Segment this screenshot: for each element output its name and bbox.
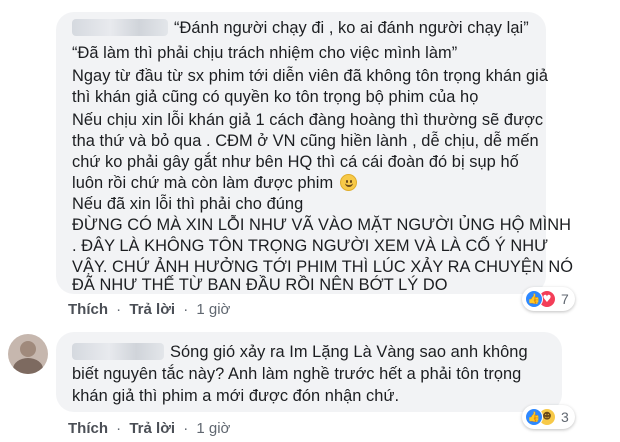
comment-line: tha thứ và bỏ qua . CĐM ở VN cũng hiền l… [72, 132, 539, 150]
comment-line: Sóng gió xảy ra Im Lặng Là Vàng sao anh … [72, 342, 528, 362]
comment-line: . ĐÂY LÀ KHÔNG TÔN TRỌNG NGƯỜI XEM VÀ LÀ… [72, 237, 549, 255]
comment-line: khán giả thì phim a mới được đón nhận ch… [72, 387, 400, 405]
reaction-count: 3 [561, 409, 569, 425]
reply-button[interactable]: Trả lời [129, 420, 175, 437]
comment-line: VẬY. CHỨ ẢNH HƯỞNG TỚI PHIM THÌ LÚC XẢY … [72, 258, 574, 276]
reactions-summary[interactable]: 👍 ☻ 3 [522, 405, 575, 429]
blurred-author-name[interactable] [72, 19, 168, 36]
separator-dot: · [116, 301, 122, 318]
comment-line: thì khán giả cũng có quyền ko tôn trọng … [72, 88, 479, 106]
comment-actions: Thích · Trả lời · 1 giờ [68, 420, 230, 437]
comment-line: ĐỪNG CÓ MÀ XIN LỖI NHƯ VÃ VÀO MẶT NGƯỜI … [72, 216, 572, 234]
avatar-head [20, 341, 36, 357]
reply-button[interactable]: Trả lời [129, 301, 175, 318]
slightly-smiling-face-icon [339, 174, 357, 191]
avatar[interactable] [8, 334, 48, 374]
comment-line: ĐÃ NHƯ THẾ TỪ BAN ĐẦU RỒI NÊN BỚT LÝ DO [72, 276, 448, 294]
separator-dot: · [183, 301, 189, 318]
like-icon: 👍 [525, 408, 543, 426]
like-button[interactable]: Thích [68, 420, 108, 437]
like-button[interactable]: Thích [68, 301, 108, 318]
separator-dot: · [183, 420, 189, 437]
comment-actions: Thích · Trả lời · 1 giờ [68, 301, 230, 318]
comment-line: Nếu đã xin lỗi thì phải cho đúng [72, 195, 304, 213]
comment-line: luôn rồi chứ mà còn làm được phim [72, 173, 357, 193]
blurred-author-name[interactable] [72, 343, 164, 360]
avatar-shoulders [13, 358, 43, 374]
comment-line: Nếu chịu xin lỗi khán giả 1 cách đàng ho… [72, 111, 544, 129]
comment-line: Ngay từ đầu từ sx phim tới diễn viên đã … [72, 67, 548, 85]
reaction-count: 7 [561, 291, 569, 307]
like-icon: 👍 [525, 290, 543, 308]
reactions-summary[interactable]: 👍 ♥ 7 [522, 287, 575, 311]
timestamp[interactable]: 1 giờ [196, 420, 230, 437]
comment-line: chứ ko phải gây gắt như bên HQ thì cá cá… [72, 153, 519, 171]
separator-dot: · [116, 420, 122, 437]
timestamp[interactable]: 1 giờ [196, 301, 230, 318]
comment-line: biết nguyên tắc này? Anh làm nghề trước … [72, 365, 522, 383]
comment-line: “Đánh người chạy đi , ko ai đánh người c… [72, 18, 529, 38]
comment-line: “Đã làm thì phải chịu trách nhiệm cho vi… [72, 44, 458, 62]
